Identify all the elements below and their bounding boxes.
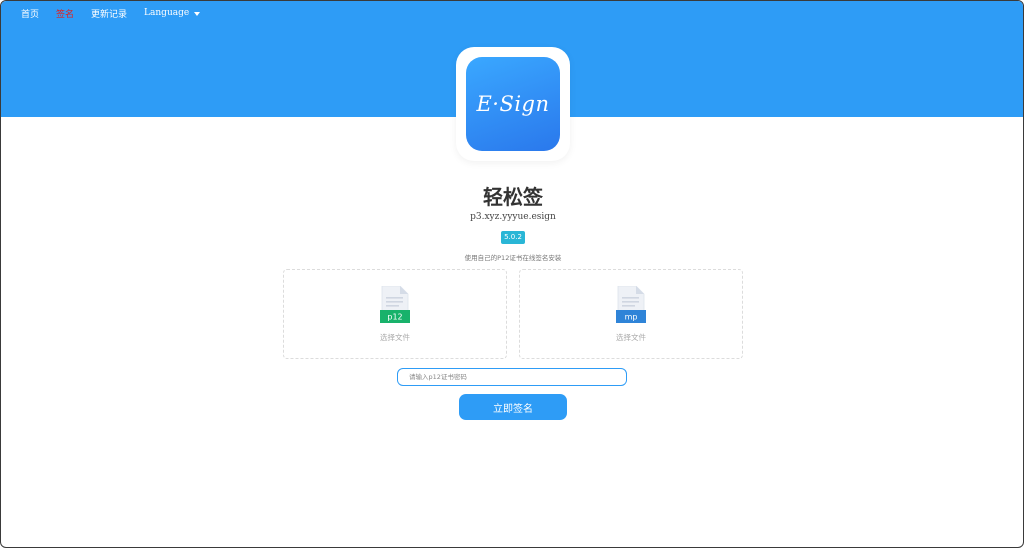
mobileprovision-file-dropzone[interactable]: mp 选择文件 — [519, 269, 743, 359]
nav-home-link[interactable]: 首页 — [21, 7, 39, 20]
sign-now-button[interactable]: 立即签名 — [459, 394, 567, 420]
app-icon-card: E·Sign — [456, 47, 570, 161]
top-nav: 首页 签名 更新记录 Language — [21, 6, 201, 20]
nav-changelog-link[interactable]: 更新记录 — [91, 7, 127, 20]
language-label: Language — [144, 8, 190, 18]
mp-file-icon: mp — [616, 286, 646, 323]
nav-sign-link[interactable]: 签名 — [56, 7, 74, 20]
choose-file-label: 选择文件 — [616, 333, 646, 342]
p12-file-dropzone[interactable]: p12 选择文件 — [283, 269, 507, 359]
version-badge: 5.0.2 — [501, 231, 525, 244]
file-badge-text: mp — [625, 313, 638, 322]
app-logo: E·Sign — [466, 57, 560, 151]
file-badge-text: p12 — [387, 313, 402, 322]
language-dropdown[interactable]: Language — [144, 8, 201, 18]
bundle-id: p3.xyz.yyyue.esign — [470, 212, 556, 222]
choose-file-label: 选择文件 — [380, 333, 410, 342]
browser-window: 首页 签名 更新记录 Language E·Sign 轻松签 p3.xyz.yy… — [0, 0, 1024, 548]
p12-password-input[interactable] — [397, 368, 627, 386]
description: 使用自己的P12证书在线签名安装 — [464, 254, 562, 262]
chevron-down-icon — [194, 11, 201, 16]
p12-file-icon: p12 — [380, 286, 410, 323]
app-name: 轻松签 — [483, 185, 543, 209]
